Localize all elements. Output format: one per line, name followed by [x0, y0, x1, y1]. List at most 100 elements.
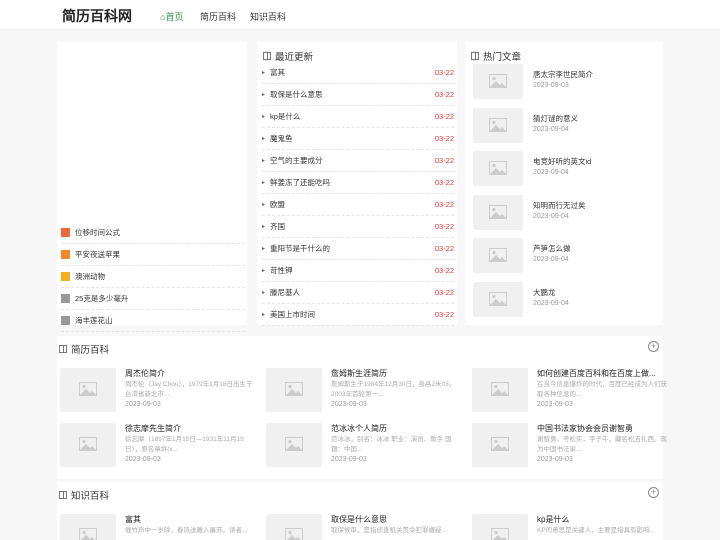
latest-title: 最近更新	[275, 52, 314, 63]
hot-item-title[interactable]: 电竞好听的英文id	[533, 156, 591, 167]
hot-item[interactable]: 猜灯谜的意义 2023-09-04	[473, 107, 661, 152]
rank-number-badge	[61, 316, 70, 325]
card-title[interactable]: 詹姆斯生涯简历	[331, 368, 387, 379]
arrow-right-icon: ▸	[262, 312, 266, 318]
thumbnail[interactable]	[266, 368, 322, 412]
hot-item-title[interactable]: 唐太宗李世民简介	[533, 69, 593, 80]
thumbnail[interactable]	[60, 514, 116, 540]
rank-item[interactable]: 澳洲动物	[61, 266, 245, 288]
thumbnail[interactable]	[472, 423, 528, 467]
hot-item[interactable]: 电竞好听的英文id 2023-09-04	[473, 151, 661, 195]
card-title[interactable]: kp是什么	[537, 514, 569, 525]
thumbnail[interactable]	[472, 368, 528, 412]
knowledge-heading: 知识百科	[59, 488, 109, 502]
rank-number-badge	[61, 272, 70, 281]
latest-item-date: 03-22	[434, 288, 454, 297]
latest-item[interactable]: ▸ kp是什么 03-22	[262, 106, 454, 128]
knowledge-section: 知识百科 + 富其 缠竹声中一岁除，春风送暖入屠苏。读者... 取保是什么意思 取保候…	[57, 482, 663, 540]
card-date: 2023-09-03	[331, 401, 367, 408]
article-card[interactable]: 如何创建百度百科和在百度上做... 在当今信息爆炸的时代，百度已经成为人们获取各种…	[472, 368, 668, 418]
arrow-right-icon: ▸	[262, 290, 266, 296]
hot-item[interactable]: 知明而行无过矣 2023-09-04	[473, 194, 661, 239]
hot-item-title[interactable]: 大鹏龙	[533, 287, 556, 298]
thumbnail[interactable]	[266, 423, 322, 467]
hot-item-title[interactable]: 知明而行无过矣	[533, 200, 586, 211]
more-plus-icon[interactable]: +	[648, 341, 659, 352]
thumbnail[interactable]	[60, 423, 116, 467]
thumbnail[interactable]	[473, 64, 523, 99]
latest-item-date: 03-22	[434, 266, 454, 275]
thumbnail[interactable]	[266, 514, 322, 540]
latest-item[interactable]: ▸ 取保是什么意思 03-22	[262, 84, 454, 106]
rank-number-badge	[61, 250, 70, 259]
hot-item[interactable]: 芦笋怎么做 2023-09-04	[473, 238, 661, 282]
latest-item[interactable]: ▸ 空气的主要成分 03-22	[262, 150, 454, 172]
nav-resume-wiki[interactable]: 简历百科	[200, 10, 236, 23]
latest-item[interactable]: ▸ 重阳节是干什么的 03-22	[262, 238, 454, 260]
rank-item[interactable]: 位移时间公式	[61, 222, 245, 244]
article-card[interactable]: 中国书法家协会会员谢智勇 谢智勇，号松实，字子午，藏名松吉扎西。现为中国书法家..…	[472, 423, 668, 473]
article-card[interactable]: 周杰伦简介周杰伦（Jay Chou），1979年1月18日出生于台湾省新北市..…	[60, 368, 256, 418]
latest-item-date: 03-22	[434, 68, 454, 77]
site-logo[interactable]: 简历百科网	[62, 6, 132, 26]
latest-item-title: 苛性钾	[270, 266, 293, 275]
card-description: 詹姆斯生于1984年12月30日，身高2米03，2003年首轮第一...	[331, 381, 456, 398]
thumbnail[interactable]	[473, 107, 523, 143]
article-card[interactable]: 范冰冰个人简历 范冰冰，别名：冰冰 职业：演员、歌手 国籍：中国... 2023-0…	[266, 423, 462, 473]
card-description: 在当今信息爆炸的时代，百度已经成为人们获取各种信息的...	[537, 381, 667, 398]
hot-panel: 热门文章 唐太宗李世民简介 2023-09-03 猜灯谜的意义 2023-09-04 电…	[465, 42, 663, 325]
card-title[interactable]: 富其	[125, 514, 141, 525]
hot-item[interactable]: 唐太宗李世民简介 2023-09-03	[473, 64, 661, 108]
card-description: 徐志摩（1897年1月15日—1931年11月19日），原名章垿(x...	[125, 436, 244, 453]
card-date: 2023-09-03	[537, 456, 573, 463]
rank-item[interactable]: 平安夜送苹果	[61, 244, 245, 266]
nav-home[interactable]: ⌂首页	[160, 10, 183, 23]
article-card[interactable]: 富其 缠竹声中一岁除，春风送暖入屠苏。读者...	[60, 514, 256, 540]
latest-item-title: 欧盟	[270, 200, 286, 209]
latest-item-date: 03-22	[434, 310, 454, 319]
rank-item[interactable]: 海丰莲花山	[61, 310, 245, 332]
card-title[interactable]: 取保是什么意思	[331, 514, 387, 525]
thumbnail[interactable]	[472, 514, 528, 540]
thumbnail[interactable]	[473, 151, 523, 186]
latest-item-date: 03-22	[434, 244, 454, 253]
thumbnail[interactable]	[473, 194, 523, 230]
list-icon	[471, 52, 479, 60]
arrow-right-icon: ▸	[262, 268, 266, 274]
ranking-panel: 位移时间公式 平安夜送苹果 澳洲动物 25克是多少毫升海丰莲花山	[57, 42, 247, 332]
article-card[interactable]: 詹姆斯生涯简历詹姆斯生于1984年12月30日，身高2米03，2003年首轮第一…	[266, 368, 462, 418]
hot-item-title[interactable]: 芦笋怎么做	[533, 243, 571, 254]
hot-item[interactable]: 大鹏龙 2023-09-04	[473, 281, 661, 326]
latest-item[interactable]: ▸ 苛性钾 03-22	[262, 260, 454, 282]
rank-list: 位移时间公式 平安夜送苹果 澳洲动物 25克是多少毫升海丰莲花山	[61, 222, 245, 332]
article-card[interactable]: kp是什么 KP的意思是关键人，主要是指具有影响...	[472, 514, 668, 540]
nav-knowledge-wiki[interactable]: 知识百科	[250, 10, 286, 23]
card-description: 周杰伦（Jay Chou），1979年1月18日出生于台湾省新北市...	[125, 381, 253, 398]
more-plus-icon[interactable]: +	[648, 487, 659, 498]
latest-item[interactable]: ▸ 鲜姜冻了还能吃吗 03-22	[262, 172, 454, 194]
latest-heading: 最近更新	[263, 49, 313, 63]
card-title[interactable]: 如何创建百度百科和在百度上做...	[537, 368, 656, 379]
hot-item-title[interactable]: 猜灯谜的意义	[533, 113, 578, 124]
thumbnail[interactable]	[60, 368, 116, 412]
latest-item[interactable]: ▸ 富其 03-22	[262, 62, 454, 84]
thumbnail[interactable]	[473, 238, 523, 273]
rank-item[interactable]: 25克是多少毫升	[61, 288, 245, 310]
latest-item[interactable]: ▸ 魔鬼鱼 03-22	[262, 128, 454, 150]
latest-item[interactable]: ▸ 齐国 03-22	[262, 216, 454, 238]
card-title[interactable]: 范冰冰个人简历	[331, 423, 387, 434]
latest-list: ▸ 富其 03-22 ▸ 取保是什么意思 03-22 ▸ kp是什么 03-22 ▸ 魔鬼鱼 03-2…	[262, 62, 454, 326]
image-placeholder-icon	[489, 117, 507, 132]
article-card[interactable]: 取保是什么意思 取保候审，是指侦查机关责令犯罪嫌疑...	[266, 514, 462, 540]
rank-item-label: 25克是多少毫升	[75, 294, 129, 303]
thumbnail[interactable]	[473, 281, 523, 317]
card-title[interactable]: 徐志摩先生简介	[125, 423, 181, 434]
article-card[interactable]: 徐志摩先生简介徐志摩（1897年1月15日—1931年11月19日），原名章垿(…	[60, 423, 256, 473]
latest-item[interactable]: ▸ 滕尼基人 03-22	[262, 282, 454, 304]
latest-item[interactable]: ▸ 美国上市时间 03-22	[262, 304, 454, 326]
card-date: 2023-09-03	[537, 401, 573, 408]
card-title[interactable]: 中国书法家协会会员谢智勇	[537, 423, 633, 434]
latest-item[interactable]: ▸ 欧盟 03-22	[262, 194, 454, 216]
card-title[interactable]: 周杰伦简介	[125, 368, 165, 379]
latest-item-date: 03-22	[434, 156, 454, 165]
